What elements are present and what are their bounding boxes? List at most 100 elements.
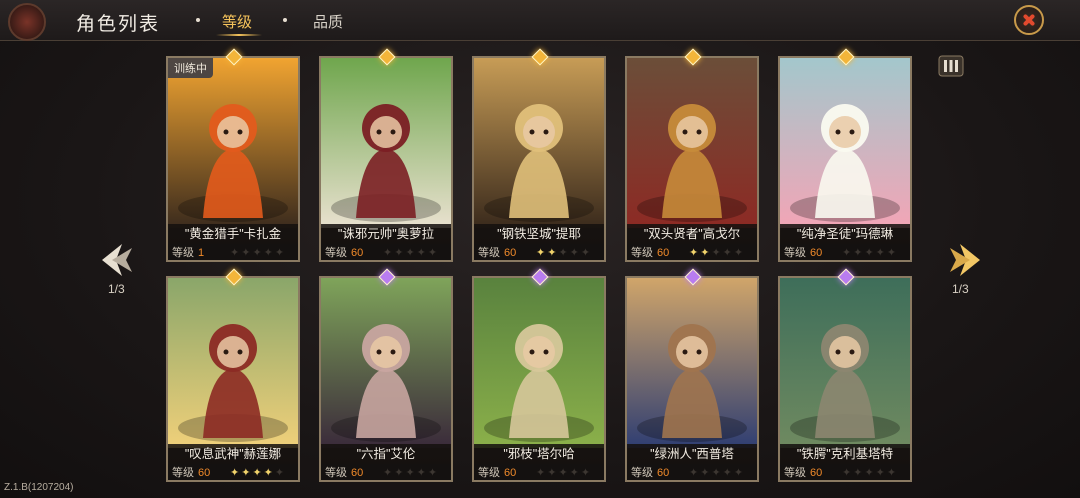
page-title: 角色列表 [76,14,161,35]
star-icon: ✦ [241,467,253,479]
star-icon: ✦ [711,247,723,259]
level-value: 60 [657,467,670,479]
star-icon: ✦ [864,247,876,259]
hero-name: "邪枝"塔尔哈 [474,444,604,464]
level-value: 60 [198,467,211,479]
star-rating: ✦✦✦✦✦ [536,244,593,260]
chevron-left-icon[interactable] [98,240,138,280]
star-icon: ✦ [252,247,264,259]
star-icon: ✦ [241,247,253,259]
level-value: 60 [810,467,823,479]
star-icon: ✦ [733,467,746,479]
level-label: 等级 [325,467,347,479]
level-row: 等级 60 ✦✦✦✦✦ [627,244,757,260]
star-icon: ✦ [427,247,440,259]
star-rating: ✦✦✦✦✦ [842,244,898,260]
hero-card[interactable]: "诛邪元帅"奥萝拉 等级 60 ✦✦✦✦✦ [319,56,453,262]
list-view-icon[interactable] [938,55,964,77]
star-icon: ✦ [700,467,712,479]
tab-separator-dot [196,18,200,22]
star-icon: ✦ [864,467,876,479]
star-icon: ✦ [875,247,887,259]
star-icon: ✦ [875,467,887,479]
hero-portrait [627,278,757,448]
hero-card[interactable]: "邪枝"塔尔哈 等级 60 ✦✦✦✦✦ [472,276,606,482]
level-label: 等级 [478,247,500,259]
star-icon: ✦ [722,247,734,259]
hero-card[interactable]: 训练中 "黄金猎手"卡扎金 等级 1 ✦✦✦✦✦ [166,56,300,262]
hero-name: "诛邪元帅"奥萝拉 [321,224,451,244]
level-label: 等级 [172,247,194,259]
level-row: 等级 60 ✦✦✦✦✦ [627,464,757,480]
star-icon: ✦ [853,247,865,259]
level-row: 等级 60 ✦✦✦✦✦ [474,464,604,480]
hero-portrait [780,278,910,448]
hero-name: "黄金猎手"卡扎金 [168,224,298,244]
level-value: 60 [504,247,517,259]
star-icon: ✦ [886,467,899,479]
training-badge: 训练中 [168,58,213,78]
page-indicator-right: 1/3 [952,282,969,296]
star-icon: ✦ [853,467,865,479]
level-label: 等级 [631,467,653,479]
hero-portrait [474,58,604,228]
level-value: 60 [351,467,364,479]
level-row: 等级 60 ✦✦✦✦✦ [321,244,451,260]
star-icon: ✦ [689,247,701,259]
hero-card[interactable]: "六指"艾伦 等级 60 ✦✦✦✦✦ [319,276,453,482]
star-icon: ✦ [558,247,570,259]
hero-card[interactable]: "铁腭"克利基塔特 等级 60 ✦✦✦✦✦ [778,276,912,482]
tab-level[interactable]: 等级 [222,11,252,32]
hero-name: "双头贤者"高戈尔 [627,224,757,244]
star-icon: ✦ [842,467,854,479]
hero-card[interactable]: "叹息武神"赫莲娜 等级 60 ✦✦✦✦✦ [166,276,300,482]
top-bar: 角色列表 等级 品质 [0,0,1080,41]
hero-card[interactable]: "纯净圣徒"玛德琳 等级 60 ✦✦✦✦✦ [778,56,912,262]
hero-name: "钢铁坚城"提耶 [474,224,604,244]
star-rating: ✦✦✦✦✦ [842,464,899,480]
star-icon: ✦ [700,247,712,259]
hero-card[interactable]: "钢铁坚城"提耶 等级 60 ✦✦✦✦✦ [472,56,606,262]
star-icon: ✦ [689,467,701,479]
star-icon: ✦ [536,247,548,259]
star-icon: ✦ [733,247,746,259]
hero-portrait [168,58,298,228]
star-icon: ✦ [569,247,581,259]
star-icon: ✦ [547,247,559,259]
tab-quality[interactable]: 品质 [313,11,343,32]
star-icon: ✦ [274,467,287,479]
tab-active-indicator [216,34,262,36]
menu-emblem-icon [8,3,46,41]
star-icon: ✦ [580,247,593,259]
star-icon: ✦ [274,247,287,259]
level-row: 等级 60 ✦✦✦✦✦ [780,464,910,480]
close-button[interactable] [1014,5,1044,35]
hero-card[interactable]: "绿洲人"西普塔 等级 60 ✦✦✦✦✦ [625,276,759,482]
level-label: 等级 [172,467,194,479]
star-icon: ✦ [547,467,559,479]
star-rating: ✦✦✦✦✦ [536,464,593,480]
hero-portrait [168,278,298,448]
chevron-right-icon[interactable] [944,240,984,280]
level-label: 等级 [631,247,653,259]
hero-portrait [780,58,910,228]
level-value: 60 [657,247,670,259]
level-row: 等级 60 ✦✦✦✦✦ [168,464,298,480]
star-icon: ✦ [427,467,440,479]
level-label: 等级 [784,467,806,479]
star-icon: ✦ [536,467,548,479]
star-icon: ✦ [263,247,275,259]
hero-card[interactable]: "双头贤者"高戈尔 等级 60 ✦✦✦✦✦ [625,56,759,262]
level-label: 等级 [478,467,500,479]
star-rating: ✦✦✦✦✦ [383,244,440,260]
star-icon: ✦ [230,247,242,259]
hero-portrait [627,58,757,228]
star-rating: ✦✦✦✦✦ [689,464,746,480]
star-icon: ✦ [383,467,395,479]
star-icon: ✦ [580,467,593,479]
star-icon: ✦ [416,467,428,479]
star-rating: ✦✦✦✦✦ [230,244,287,260]
star-icon: ✦ [383,247,395,259]
level-value: 1 [198,247,205,259]
level-row: 等级 1 ✦✦✦✦✦ [168,244,298,260]
